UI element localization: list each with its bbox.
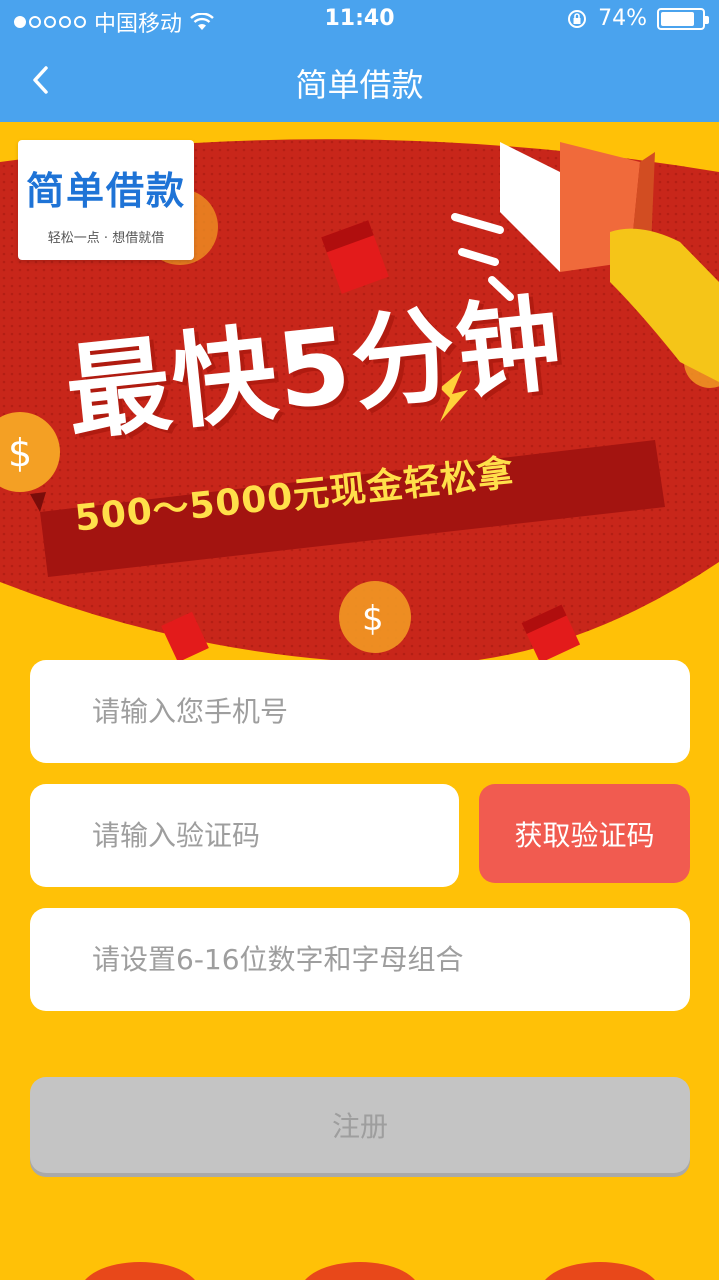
rotation-lock-icon (568, 9, 587, 28)
navigation-bar: 简单借款 (0, 40, 719, 122)
logo-slogan: 轻松一点 · 想借就借 (47, 231, 165, 246)
get-verification-code-button[interactable]: 获取验证码 (479, 784, 690, 883)
bottom-decoration (80, 1262, 200, 1280)
top-bar: 中国移动 11:40 74% 简单借款 (0, 0, 719, 122)
verification-code-field (30, 784, 459, 887)
bottom-decoration (540, 1262, 660, 1280)
password-field (30, 908, 690, 1011)
phone-field (30, 660, 690, 763)
logo-name: 简单借款 (25, 169, 186, 213)
verification-code-input[interactable] (30, 784, 459, 887)
battery-icon (657, 7, 709, 30)
svg-text:$: $ (362, 599, 384, 639)
page-title: 简单借款 (295, 66, 424, 104)
promo-banner: $ $ 简单借款 轻松一点 · 想借就借 最快5分钟 500～5000元现金轻松… (0, 122, 719, 660)
battery-percent: 74% (598, 6, 647, 31)
status-bar: 中国移动 11:40 74% (0, 0, 719, 40)
brand-logo: 简单借款 轻松一点 · 想借就借 (18, 140, 194, 260)
svg-text:$: $ (8, 431, 32, 475)
phone-input[interactable] (30, 660, 690, 763)
register-button[interactable]: 注册 (30, 1077, 690, 1173)
bottom-decoration (300, 1262, 420, 1280)
password-input[interactable] (30, 908, 690, 1011)
